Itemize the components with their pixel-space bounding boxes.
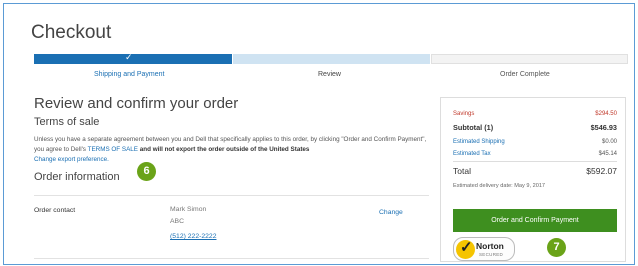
order-confirm-payment-button[interactable]: Order and Confirm Payment — [453, 209, 617, 232]
total-label: Total — [453, 166, 471, 176]
step-label-review: Review — [318, 71, 341, 78]
delivery-date: Estimated delivery date: May 9, 2017 — [453, 183, 546, 189]
contact-phone-link[interactable]: (512) 222-2222 — [170, 233, 216, 240]
progress-step-complete — [431, 54, 628, 64]
tax-label-link[interactable]: Estimated Tax — [453, 151, 491, 157]
checkmark-icon: ✓ — [460, 239, 473, 256]
summary-divider — [453, 161, 617, 162]
terms-of-sale-link[interactable]: TERMS OF SALE — [88, 146, 138, 153]
terms-text-part-2: and will not export the order outside of… — [139, 146, 310, 153]
subtotal-row: Subtotal (1) $546.93 — [453, 123, 617, 132]
check-icon: ✓ — [125, 52, 133, 62]
step-label-complete: Order Complete — [500, 71, 550, 78]
shipping-value: $0.00 — [601, 139, 617, 145]
contact-company: ABC — [170, 218, 184, 225]
progress-step-shipping: ✓ — [34, 52, 232, 64]
terms-heading: Terms of sale — [34, 116, 100, 128]
change-contact-link[interactable]: Change — [379, 209, 403, 216]
subtotal-value: $546.93 — [590, 123, 617, 132]
terms-text: Unless you have a separate agreement bet… — [34, 135, 429, 165]
savings-label: Savings — [453, 111, 475, 117]
step-label-shipping[interactable]: Shipping and Payment — [94, 71, 164, 78]
annotation-badge-7: 7 — [547, 238, 566, 257]
shipping-label-link[interactable]: Estimated Shipping — [453, 139, 505, 145]
norton-logo-text: Norton — [476, 241, 504, 251]
total-value: $592.07 — [586, 166, 617, 176]
tax-row: Estimated Tax $45.14 — [453, 151, 617, 157]
savings-value: $294.50 — [595, 111, 617, 117]
total-row: Total $592.07 — [453, 166, 617, 176]
subtotal-label: Subtotal (1) — [453, 123, 494, 132]
tax-value: $45.14 — [598, 151, 617, 157]
order-summary-panel: Savings $294.50 Subtotal (1) $546.93 Est… — [440, 97, 626, 262]
savings-row: Savings $294.50 — [453, 111, 617, 117]
order-info-heading: Order information — [34, 171, 120, 183]
progress-step-review — [233, 54, 430, 64]
shipping-row: Estimated Shipping $0.00 — [453, 139, 617, 145]
norton-secured-text: SECURED — [479, 252, 504, 257]
page-title: Checkout — [31, 22, 112, 43]
order-contact-label: Order contact — [34, 207, 76, 214]
contact-name: Mark Simon — [170, 206, 207, 213]
change-export-link[interactable]: Change export preference. — [34, 156, 109, 163]
divider — [34, 258, 429, 259]
review-heading: Review and confirm your order — [34, 95, 239, 112]
norton-secured-badge: ✓ Norton SECURED — [453, 237, 515, 261]
progress-bar: ✓ — [34, 52, 628, 64]
divider — [34, 195, 429, 196]
annotation-badge-6: 6 — [137, 162, 156, 181]
